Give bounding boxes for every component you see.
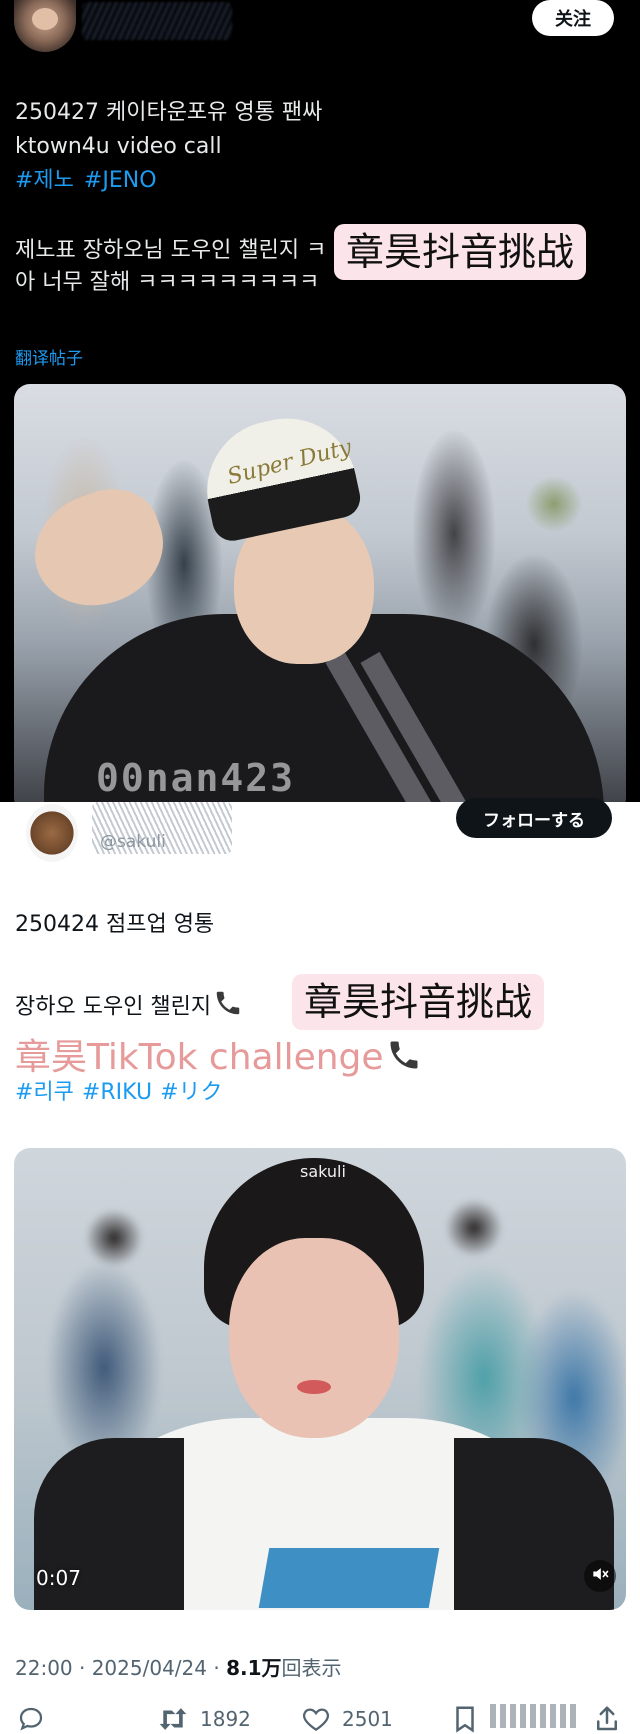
video-watermark: sakuli	[300, 1162, 346, 1181]
follow-button[interactable]: フォローする	[456, 798, 612, 838]
phone-icon	[386, 1037, 422, 1082]
post-text-line: 아 너무 잘해 ㅋㅋㅋㅋㅋㅋㅋㅋㅋ	[15, 270, 320, 295]
hashtag-link[interactable]: #리쿠	[15, 1080, 74, 1105]
hashtag-link[interactable]: #제노	[15, 168, 74, 193]
follow-button[interactable]: 关注	[532, 0, 614, 36]
retweet-icon	[156, 1704, 190, 1734]
video-thumbnail[interactable]: Super Duty 00nan423	[14, 384, 626, 802]
watermark: 00nan423	[96, 756, 296, 800]
view-label: 回表示	[281, 1656, 342, 1680]
mute-icon	[590, 1564, 610, 1589]
bookmark-button[interactable]	[452, 1704, 478, 1734]
bookmark-icon	[452, 1704, 478, 1734]
phone-icon	[213, 988, 243, 1027]
post-meta: 22:00 · 2025/04/24 · 8.1万回表示	[15, 1652, 342, 1681]
share-button[interactable]	[592, 1704, 622, 1734]
translate-post-link[interactable]: 翻译帖子	[15, 344, 83, 369]
video-player[interactable]: sakuli 0:07	[14, 1148, 626, 1610]
post-text-line: 장하오 도우인 챌린지	[15, 988, 243, 1027]
post-dark: 关注 250427 케이타운포유 영통 팬싸 ktown4u video cal…	[0, 0, 640, 802]
like-button[interactable]: 2501	[300, 1704, 393, 1734]
reply-icon	[16, 1704, 46, 1734]
overlay-caption: 章昊抖音挑战	[334, 224, 587, 280]
share-icon	[592, 1704, 622, 1734]
hashtag-row: #리쿠 #RIKU #リク	[15, 1074, 231, 1106]
post-text-line: ktown4u video call	[15, 134, 222, 159]
avatar[interactable]	[14, 0, 76, 52]
reply-button[interactable]	[16, 1704, 46, 1734]
view-count: 8.1万	[226, 1656, 282, 1680]
action-bar: 1892 2501	[0, 1702, 640, 1734]
hashtag-link[interactable]: #JENO	[84, 168, 157, 193]
hashtag-row: #제노 #JENO	[15, 166, 167, 196]
retweet-count: 1892	[200, 1707, 251, 1731]
like-count: 2501	[342, 1707, 393, 1731]
post-timestamp: 22:00 · 2025/04/24 ·	[15, 1656, 227, 1680]
hashtag-link[interactable]: #リク	[160, 1080, 222, 1105]
hashtag-link[interactable]: #RIKU	[82, 1080, 152, 1105]
shirt-print	[258, 1548, 440, 1608]
retweet-button[interactable]: 1892	[156, 1704, 251, 1734]
user-handle[interactable]: @sakuli	[100, 832, 166, 852]
avatar[interactable]	[26, 804, 78, 862]
post-text-line: 제노표 장하오님 도우인 챌린지 ㅋ	[15, 238, 327, 263]
mute-button[interactable]	[584, 1560, 616, 1592]
redacted-actions	[490, 1704, 580, 1728]
video-timestamp: 0:07	[36, 1566, 81, 1590]
video-face	[229, 1238, 399, 1438]
post-text-line: 250424 점프업 영통	[15, 912, 215, 937]
redacted-username	[82, 2, 232, 40]
pink-caption: 章昊TikTok challenge	[15, 1037, 384, 1078]
heart-icon	[300, 1704, 332, 1734]
post-text: 장하오 도우인 챌린지	[15, 994, 212, 1020]
video-lips	[297, 1380, 331, 1394]
overlay-caption: 章昊抖音挑战	[292, 974, 545, 1030]
post-text-line: 250427 케이타운포유 영통 팬싸	[15, 100, 323, 125]
